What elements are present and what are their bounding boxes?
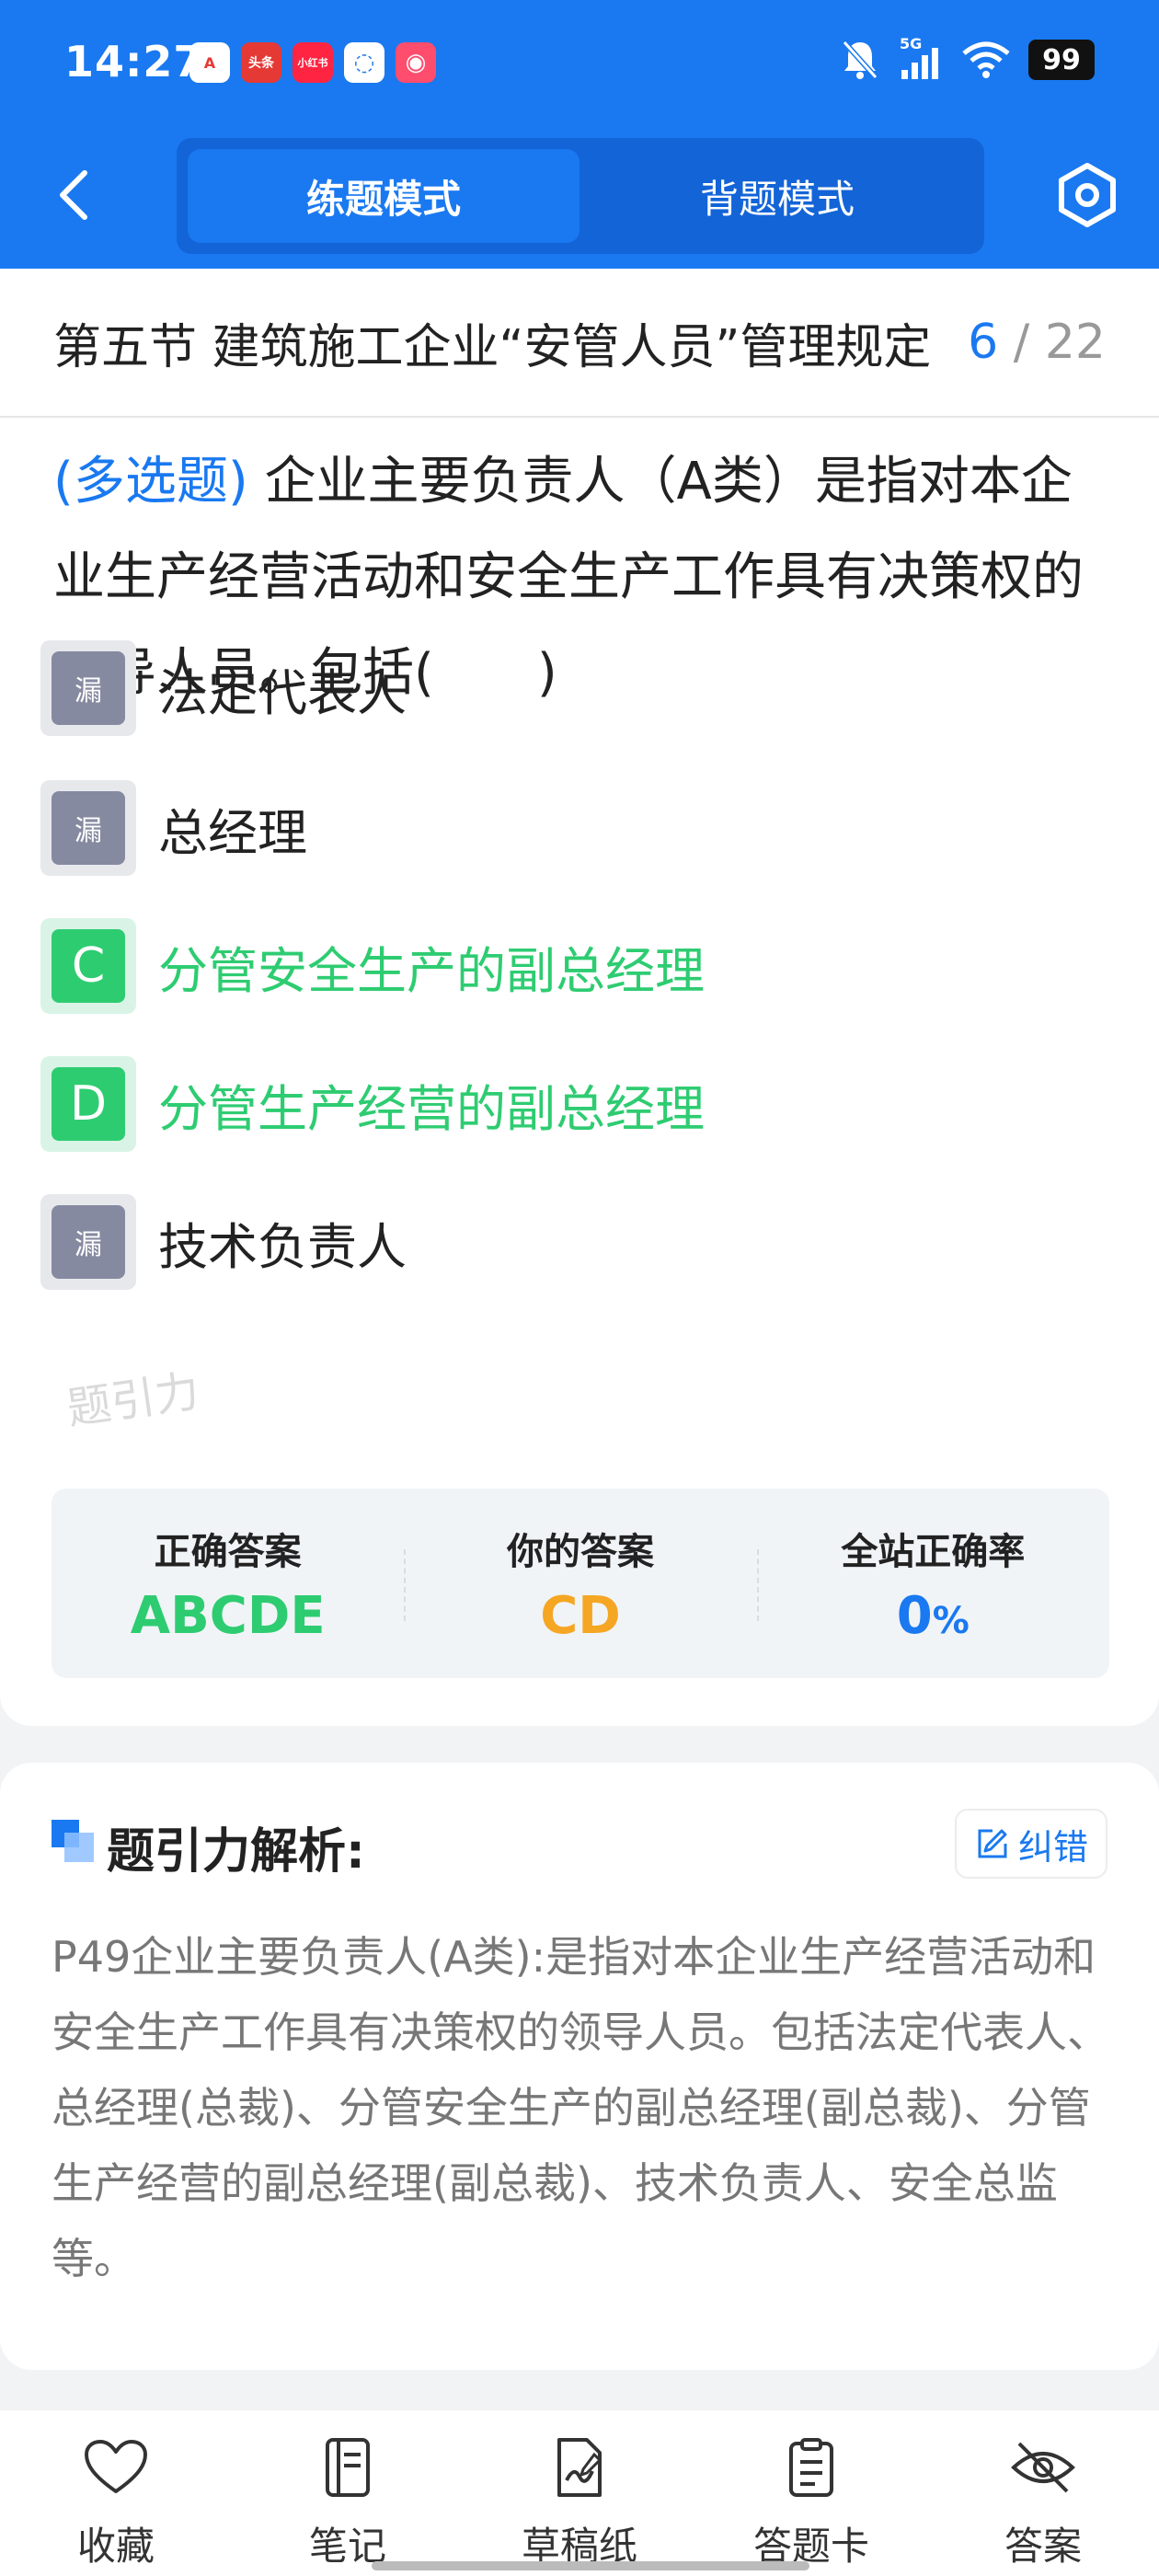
edit-icon xyxy=(978,1829,1007,1858)
mode-toggle: 练题模式 背题模式 xyxy=(177,138,984,254)
report-error-button[interactable]: 纠错 xyxy=(955,1809,1107,1879)
question-type: (多选题) xyxy=(53,452,248,512)
mail-app-icon: ◉ xyxy=(396,42,436,83)
answer-card-button[interactable]: 答题卡 xyxy=(729,2438,894,2571)
tab-memorize-mode[interactable]: 背题模式 xyxy=(581,149,973,243)
status-app-icons: A 头条 小红书 ◌ ◉ xyxy=(189,42,436,83)
watermark: 题引力 xyxy=(63,1365,202,1435)
answer-toggle-button[interactable]: 答案 xyxy=(960,2438,1126,2571)
option-e[interactable]: 漏 技术负责人 xyxy=(40,1194,407,1290)
your-answer-value: CD xyxy=(540,1585,621,1646)
correct-badge: C xyxy=(40,918,136,1014)
correct-answer-value: ABCDE xyxy=(130,1585,326,1646)
rate-unit: % xyxy=(932,1599,970,1642)
notebook-icon xyxy=(326,2438,370,2497)
draft-paper-icon xyxy=(557,2438,602,2497)
counter-separator: / xyxy=(1013,315,1030,370)
stat-label: 正确答案 xyxy=(154,1530,302,1573)
back-arrow-icon[interactable] xyxy=(52,166,96,224)
wifi-icon xyxy=(962,41,1010,78)
missed-badge: 漏 xyxy=(40,640,136,736)
option-text: 总经理 xyxy=(158,803,307,862)
missed-badge: 漏 xyxy=(40,1194,136,1290)
section-title: 第五节 建筑施工企业“安管人员”管理规定 xyxy=(53,319,932,375)
answer-card-icon xyxy=(789,2438,833,2497)
mute-bell-icon xyxy=(842,40,878,80)
stat-label: 你的答案 xyxy=(506,1530,654,1573)
report-error-label: 纠错 xyxy=(1017,1826,1088,1868)
favorite-button[interactable]: 收藏 xyxy=(33,2438,199,2571)
accuracy-rate-value: 0% xyxy=(897,1586,970,1646)
battery-indicator: 99 xyxy=(1028,40,1095,80)
badge-text: 漏 xyxy=(52,651,125,725)
badge-text: C xyxy=(52,929,125,1003)
stat-label: 全站正确率 xyxy=(841,1530,1026,1573)
option-text: 法定代表人 xyxy=(158,663,407,722)
analysis-square-icon xyxy=(52,1820,94,1862)
toutiao-icon: 头条 xyxy=(241,42,281,83)
question-card: 第五节 建筑施工企业“安管人员”管理规定 6 / 22 (多选题) 企业主要负责… xyxy=(0,269,1159,1726)
section-header: 第五节 建筑施工企业“安管人员”管理规定 6 / 22 xyxy=(53,269,1106,416)
status-indicators: 5G 99 xyxy=(841,35,1095,81)
chat-app-icon: ◌ xyxy=(344,42,384,83)
question-counter[interactable]: 6 / 22 xyxy=(968,315,1106,370)
option-text: 分管安全生产的副总经理 xyxy=(158,941,705,1000)
option-text: 分管生产经营的副总经理 xyxy=(158,1079,705,1138)
top-bar: 14:27 A 头条 小红书 ◌ ◉ 5G 99 练题模式 背题模式 xyxy=(0,0,1159,269)
analysis-title: 题引力解析: xyxy=(107,1824,365,1880)
answer-label: 答案 xyxy=(1004,2524,1082,2569)
badge-text: 漏 xyxy=(52,791,125,865)
draft-paper-button[interactable]: 草稿纸 xyxy=(497,2438,662,2571)
favorite-label: 收藏 xyxy=(76,2524,155,2569)
settings-hex-icon[interactable] xyxy=(1049,156,1126,234)
status-time: 14:27 xyxy=(64,37,204,86)
correct-badge: D xyxy=(40,1056,136,1152)
option-d[interactable]: D 分管生产经营的副总经理 xyxy=(40,1056,705,1152)
tab-practice-mode[interactable]: 练题模式 xyxy=(188,149,580,243)
answer-stats: 正确答案 ABCDE 你的答案 CD 全站正确率 0% xyxy=(52,1489,1109,1678)
option-text: 技术负责人 xyxy=(158,1217,407,1276)
xiaohongshu-icon: 小红书 xyxy=(293,42,333,83)
badge-text: 漏 xyxy=(52,1205,125,1279)
your-answer-stat: 你的答案 CD xyxy=(404,1489,756,1678)
current-index: 6 xyxy=(968,315,999,370)
missed-badge: 漏 xyxy=(40,780,136,876)
option-b[interactable]: 漏 总经理 xyxy=(40,780,307,876)
badge-text: D xyxy=(52,1067,125,1141)
option-a[interactable]: 漏 法定代表人 xyxy=(40,640,407,736)
signal-icon: 5G xyxy=(898,35,944,81)
home-indicator[interactable] xyxy=(372,2561,809,2570)
app-a-icon: A xyxy=(189,42,230,83)
header-divider xyxy=(0,416,1159,418)
total-count: 22 xyxy=(1044,315,1106,370)
analysis-body: P49企业主要负责人(A类):是指对本企业生产经营活动和安全生产工作具有决策权的… xyxy=(52,1932,1109,2283)
accuracy-rate-stat: 全站正确率 0% xyxy=(756,1489,1109,1678)
analysis-card: 题引力解析: 纠错 P49企业主要负责人(A类):是指对本企业生产经营活动和安全… xyxy=(0,1763,1159,2370)
rate-number: 0 xyxy=(896,1585,933,1646)
correct-answer-stat: 正确答案 ABCDE xyxy=(52,1489,404,1678)
bottom-toolbar: 收藏 笔记 草稿纸 答题卡 答案 xyxy=(0,2410,1159,2576)
notes-button[interactable]: 笔记 xyxy=(265,2438,430,2571)
heart-icon xyxy=(85,2440,147,2493)
option-c[interactable]: C 分管安全生产的副总经理 xyxy=(40,918,705,1014)
eye-off-icon xyxy=(1011,2442,1075,2493)
